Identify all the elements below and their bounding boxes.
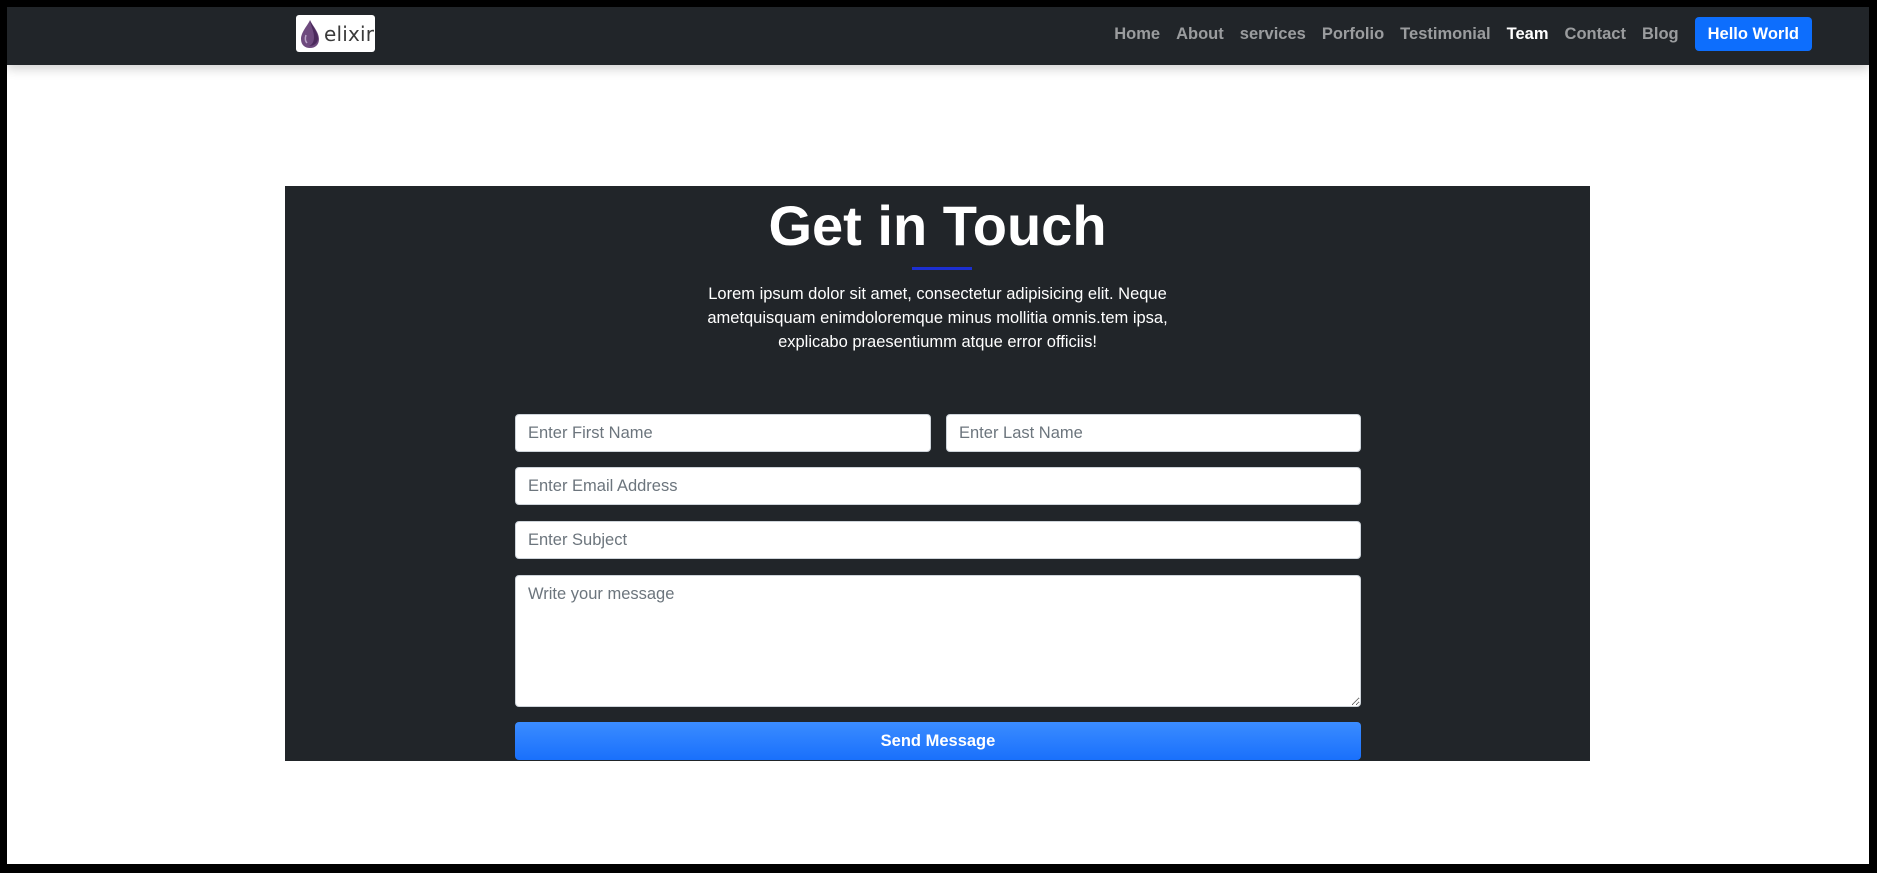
title-underline [912, 267, 972, 270]
last-name-input[interactable] [946, 414, 1361, 452]
send-message-button[interactable]: Send Message [515, 722, 1361, 760]
page: elixir Home About services Porfolio Test… [7, 7, 1869, 864]
first-name-input[interactable] [515, 414, 931, 452]
message-textarea[interactable] [515, 575, 1361, 707]
subject-input[interactable] [515, 521, 1361, 559]
brand-logo[interactable]: elixir [296, 15, 375, 52]
section-description: Lorem ipsum dolor sit amet, consectetur … [707, 285, 1168, 351]
nav-links: Home About services Porfolio Testimonial… [1106, 17, 1812, 51]
elixir-drop-icon [301, 19, 319, 48]
nav-link-home[interactable]: Home [1106, 25, 1168, 44]
section-title: Get in Touch [768, 194, 1107, 257]
nav-link-testimonial[interactable]: Testimonial [1392, 25, 1498, 44]
contact-section: Get in Touch Lorem ipsum dolor sit amet,… [285, 186, 1590, 761]
nav-link-blog[interactable]: Blog [1634, 25, 1687, 44]
nav-link-team[interactable]: Team [1499, 25, 1557, 44]
brand-name: elixir [324, 21, 375, 46]
nav-link-contact[interactable]: Contact [1557, 25, 1634, 44]
navbar: elixir Home About services Porfolio Test… [7, 7, 1869, 65]
hello-world-button[interactable]: Hello World [1694, 17, 1812, 51]
nav-link-services[interactable]: services [1232, 25, 1314, 44]
nav-link-about[interactable]: About [1168, 25, 1232, 44]
nav-link-portfolio[interactable]: Porfolio [1314, 25, 1392, 44]
email-input[interactable] [515, 467, 1361, 505]
